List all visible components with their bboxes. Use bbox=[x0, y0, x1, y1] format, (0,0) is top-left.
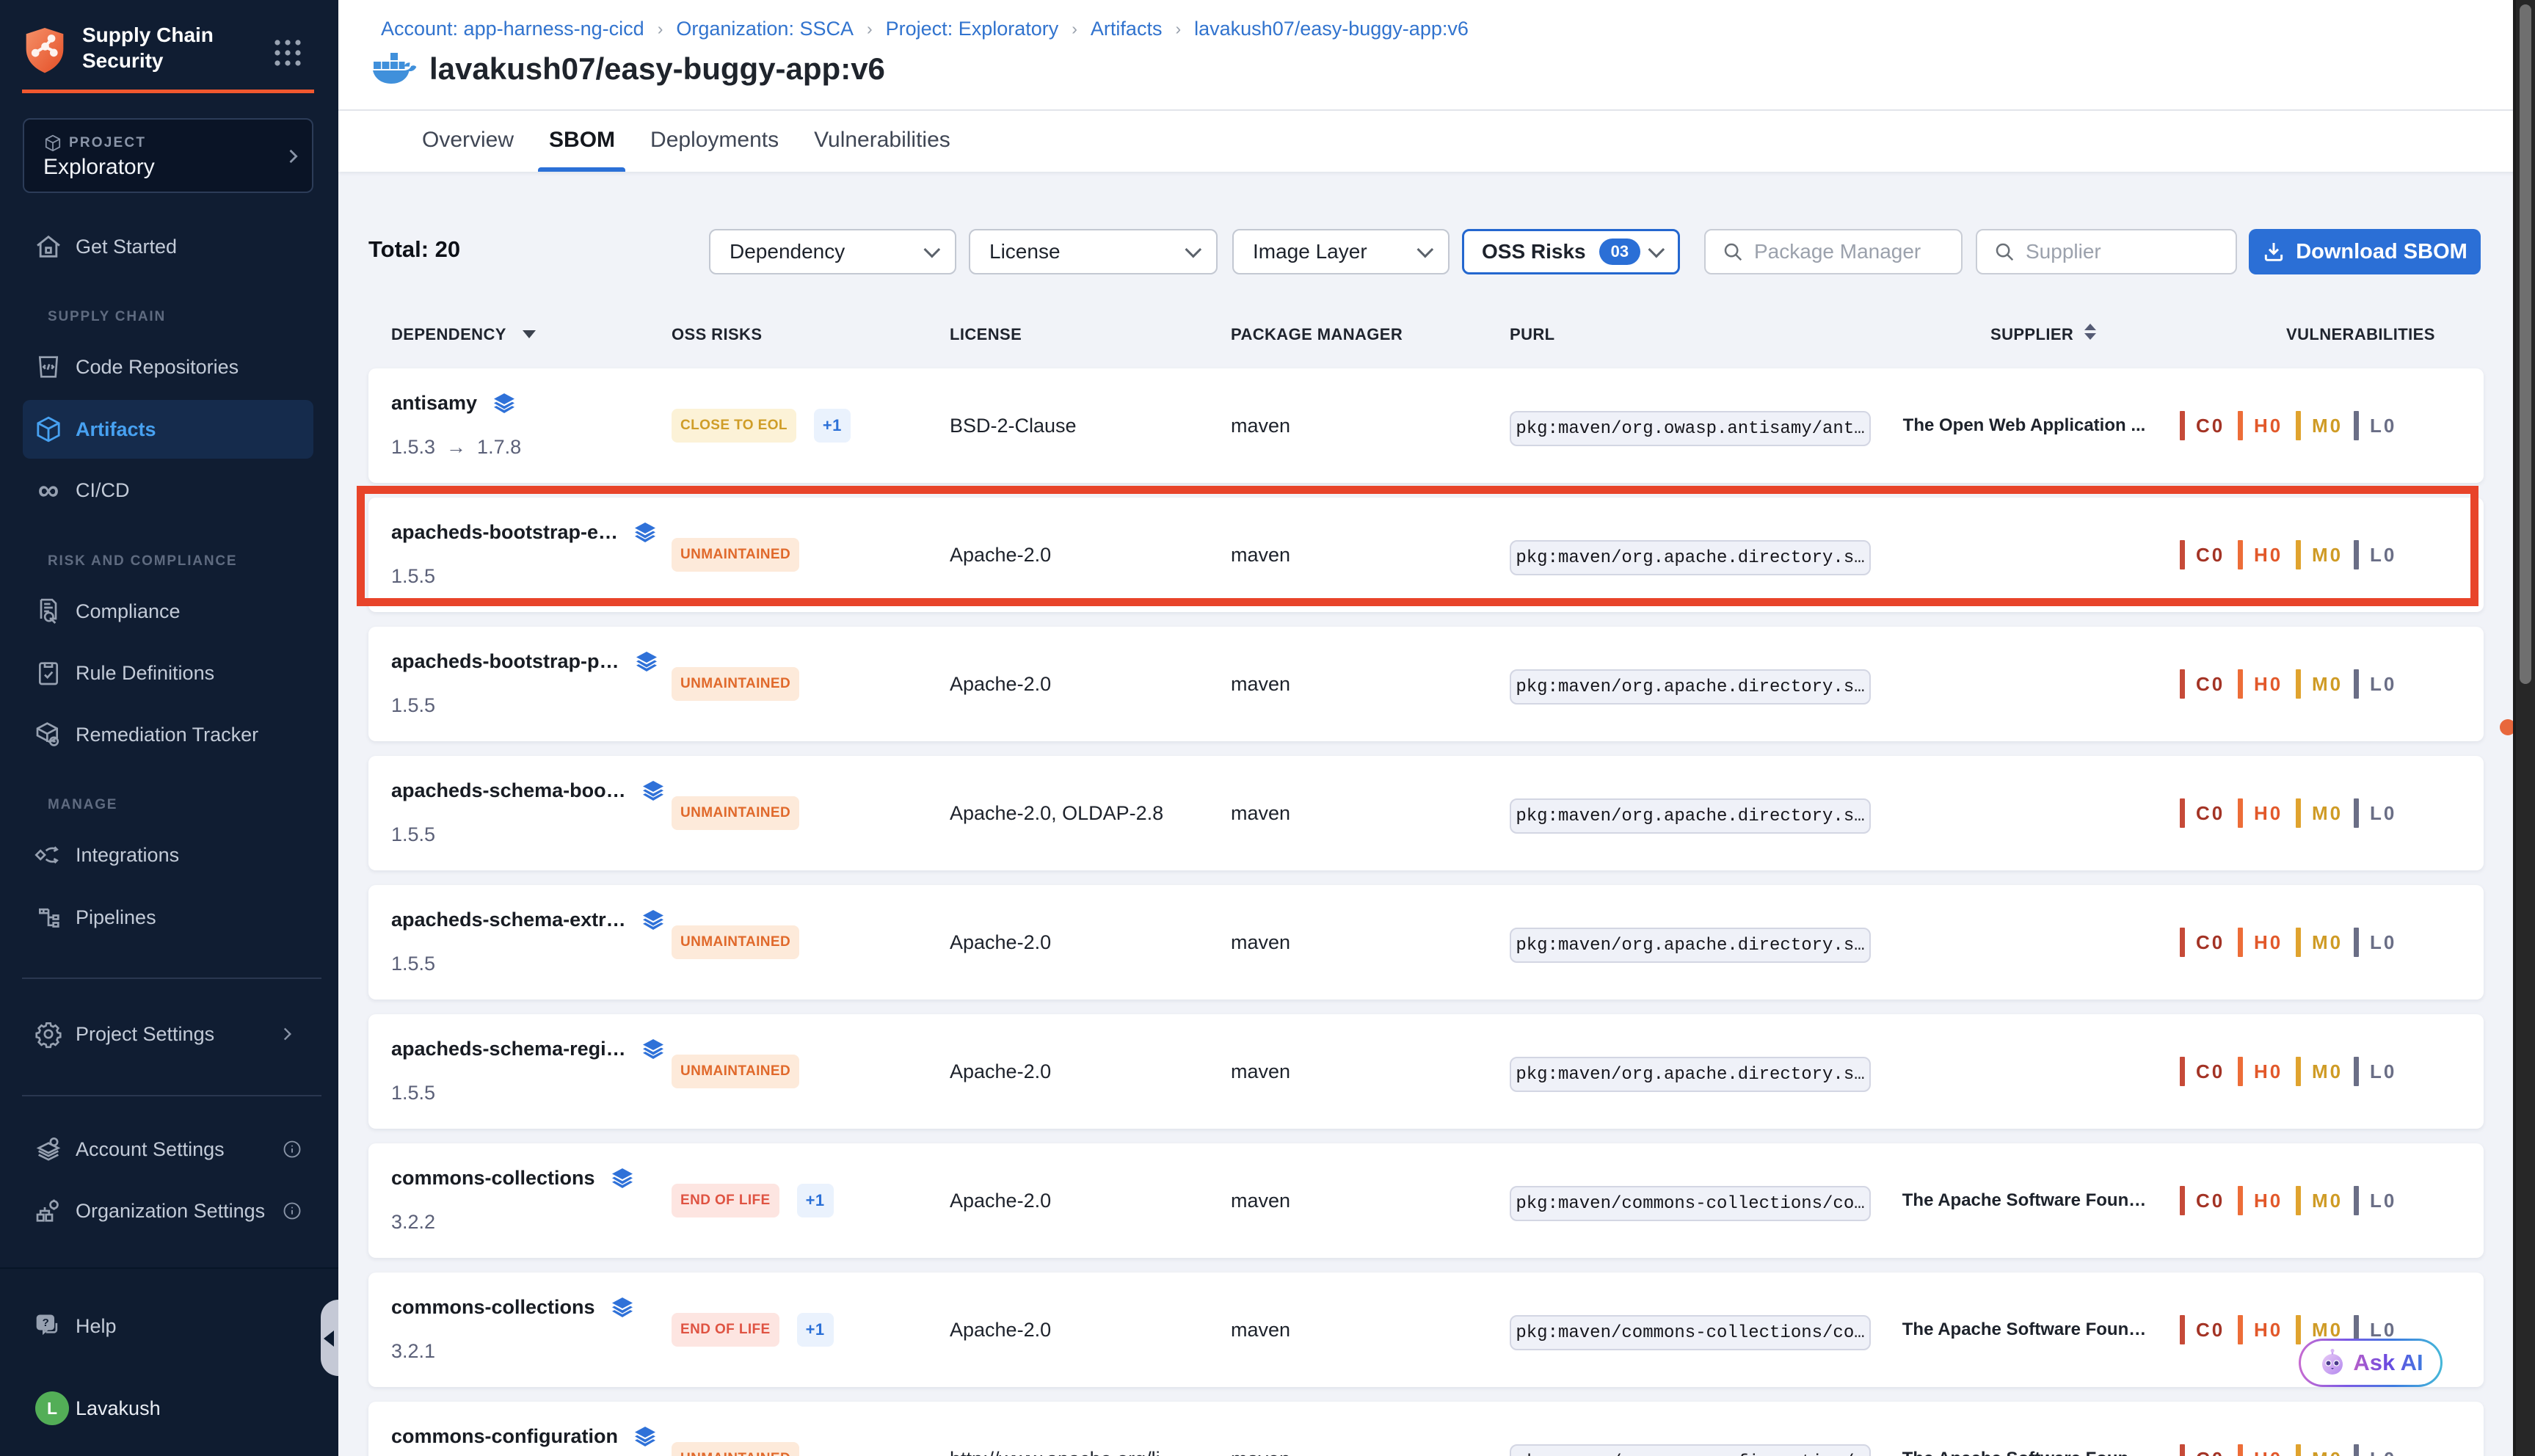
svg-text:?: ? bbox=[43, 1317, 49, 1329]
